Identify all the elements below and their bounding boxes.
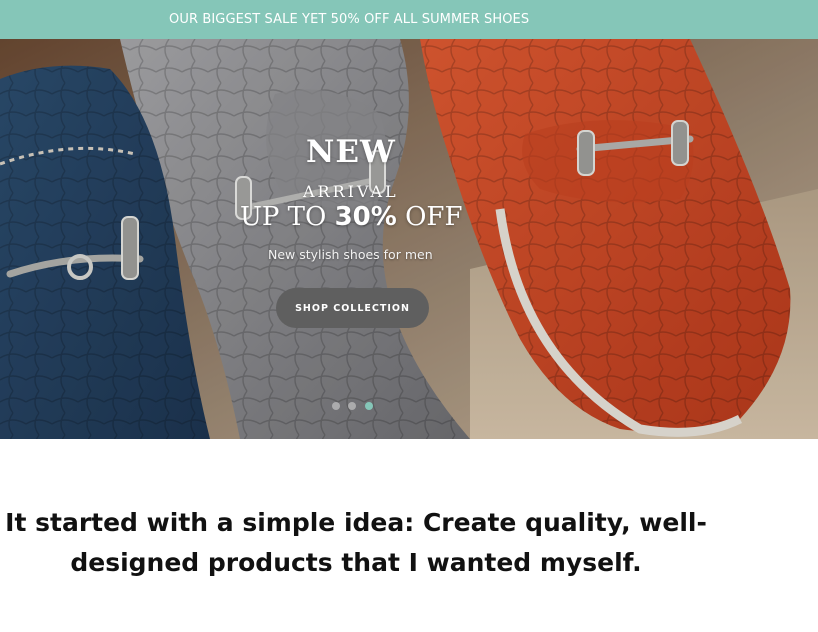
hero-offer: UP TO 30% OFF: [240, 202, 463, 232]
offer-value: 30%: [334, 202, 397, 232]
announcement-text: OUR BIGGEST SALE YET 50% OFF ALL SUMMER …: [169, 12, 530, 27]
hero-subtitle: New stylish shoes for men: [268, 247, 433, 262]
hero-title: NEW: [306, 134, 396, 170]
intro-headline: It started with a simple idea: Create qu…: [5, 508, 707, 577]
shop-collection-button[interactable]: SHOP COLLECTION: [276, 288, 429, 328]
hero-title-second-line: ARRIVAL: [303, 182, 399, 201]
offer-prefix: UP TO: [240, 202, 335, 232]
hero-slider: NEW ARRIVAL UP TO 30% OFF New stylish sh…: [0, 39, 818, 439]
slide-dot-1[interactable]: [332, 402, 340, 410]
hero-caption: NEW ARRIVAL UP TO 30% OFF New stylish sh…: [0, 39, 818, 439]
slide-dot-2[interactable]: [348, 402, 356, 410]
offer-suffix: OFF: [396, 202, 463, 232]
announcement-bar: OUR BIGGEST SALE YET 50% OFF ALL SUMMER …: [0, 0, 818, 39]
slide-dot-3[interactable]: [365, 402, 373, 410]
